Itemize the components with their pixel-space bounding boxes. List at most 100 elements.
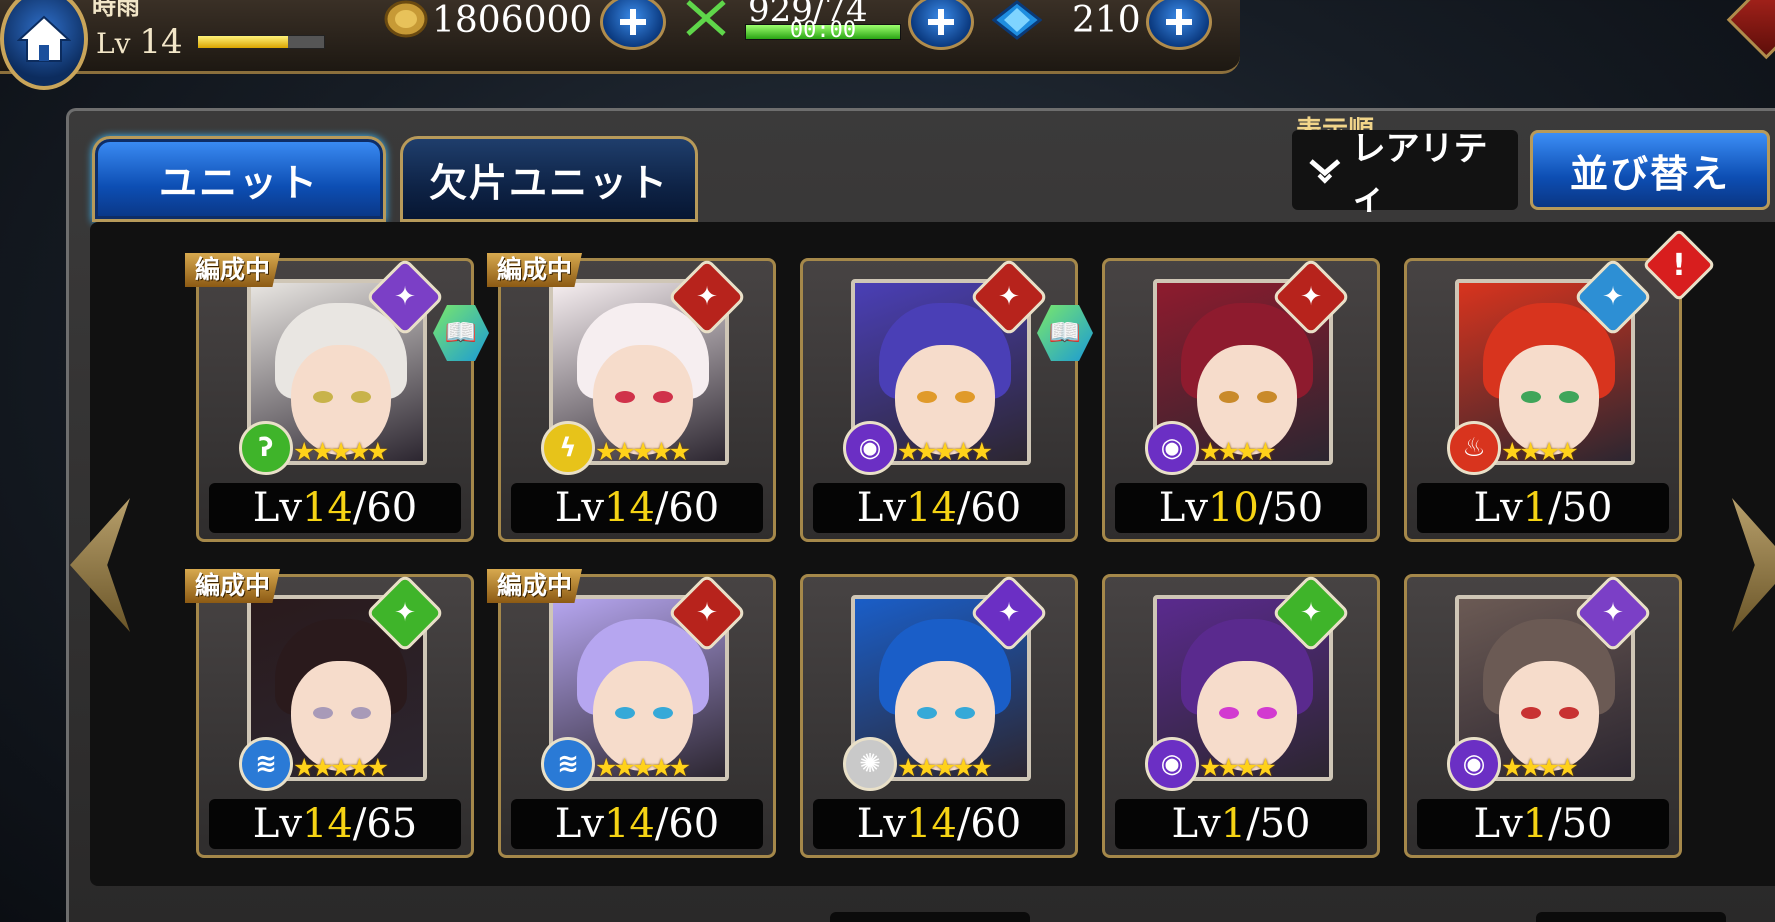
player-level: Lv 14 — [96, 22, 366, 62]
unit-card[interactable]: ✦ ◉ ★★★★ Lv 10 /50 — [1102, 257, 1380, 542]
unit-card[interactable]: ✦ ♨ ★★★★ Lv 1 /50 ! — [1404, 228, 1716, 542]
unit-level-max: /60 — [654, 485, 720, 531]
rarity-stars: ★★★★ — [1501, 437, 1579, 466]
unit-level-current: 14 — [603, 801, 655, 847]
unit-card[interactable]: ✦ ◉ ★★★★★ Lv 14 /60 📖 — [800, 257, 1093, 542]
unit-level-plate: Lv 14 /60 — [813, 799, 1065, 849]
portrait-eye — [1257, 391, 1277, 403]
sort-order-dropdown[interactable]: レアリティ — [1292, 129, 1518, 218]
unit-level-max: /50 — [1246, 801, 1311, 847]
portrait-eye — [653, 707, 673, 719]
unit-class-glyph-icon: ✦ — [1300, 598, 1322, 628]
unit-class-glyph-icon: ✦ — [394, 598, 416, 628]
exp-bar-fill — [197, 36, 289, 48]
unit-level-max: /50 — [1548, 485, 1613, 531]
player-name: 時雨 — [92, 0, 140, 20]
notification-corner-icon[interactable] — [1726, 0, 1775, 60]
buy-gem-button[interactable] — [1146, 0, 1212, 50]
exclamation-icon: ! — [1672, 247, 1686, 283]
unit-attribute-icon: ◉ — [1145, 421, 1199, 475]
unit-card[interactable]: ✦ ϟ ★★★★★ Lv 14 /60 編成中 — [487, 253, 776, 542]
portrait-eye — [1521, 391, 1541, 403]
in-party-ribbon: 編成中 — [185, 569, 281, 603]
unit-attribute-icon: ♨ — [1447, 421, 1501, 475]
unit-level-plate: Lv 14 /60 — [813, 483, 1065, 533]
sort-button[interactable]: 並び替え — [1530, 130, 1770, 210]
exp-bar — [196, 35, 325, 49]
bottom-tab[interactable] — [830, 912, 1030, 922]
unit-level-max: /60 — [654, 801, 720, 847]
portrait-eye — [917, 391, 937, 403]
portrait-eye — [1219, 391, 1239, 403]
unit-class-glyph-icon: ✦ — [998, 598, 1020, 628]
plus-icon — [928, 9, 954, 35]
gem-icon — [992, 0, 1042, 40]
portrait-eye — [313, 707, 333, 719]
portrait-eye — [615, 391, 635, 403]
unit-class-glyph-icon: ✦ — [696, 282, 718, 312]
bottom-tab[interactable] — [1536, 912, 1726, 922]
rarity-stars: ★★★★★ — [897, 753, 993, 782]
unit-level-max: /65 — [352, 801, 418, 847]
unit-level-current: 14 — [301, 801, 353, 847]
unit-level-current: 14 — [603, 485, 655, 531]
unit-level-prefix: Lv — [252, 485, 302, 531]
unit-card[interactable]: ✦ ✺ ★★★★★ Lv 14 /60 — [800, 573, 1078, 858]
unit-attribute-icon: ◉ — [1447, 737, 1501, 791]
unit-class-glyph-icon: ✦ — [998, 282, 1020, 312]
unit-level-current: 1 — [1522, 485, 1549, 531]
unit-level-max: /60 — [956, 801, 1022, 847]
unit-card[interactable]: ✦ ʔ ★★★★★ Lv 14 /60 編成中 📖 — [185, 253, 489, 542]
unit-level-prefix: Lv — [856, 485, 906, 531]
rarity-stars: ★★★★ — [1501, 753, 1579, 782]
unit-level-current: 1 — [1220, 801, 1247, 847]
portrait-eye — [653, 391, 673, 403]
portrait-eye — [1559, 707, 1579, 719]
home-icon — [17, 15, 71, 62]
unit-class-glyph-icon: ✦ — [394, 282, 416, 312]
unit-level-current: 14 — [301, 485, 353, 531]
rarity-stars: ★★★★★ — [897, 437, 993, 466]
unit-card[interactable]: ✦ ◉ ★★★★ Lv 1 /50 — [1102, 573, 1380, 858]
tab-unit-fragments[interactable]: 欠片ユニット — [400, 136, 698, 222]
unit-attribute-icon: ʔ — [239, 421, 293, 475]
unit-card[interactable]: ✦ ◉ ★★★★ Lv 1 /50 — [1404, 573, 1682, 858]
unit-card[interactable]: ✦ ≋ ★★★★★ Lv 14 /60 編成中 — [487, 569, 776, 858]
portrait-eye — [1521, 707, 1541, 719]
unit-level-current: 14 — [905, 801, 957, 847]
unit-level-current: 10 — [1207, 485, 1259, 531]
unit-level-prefix: Lv — [1473, 801, 1523, 847]
portrait-eye — [351, 707, 371, 719]
plus-icon — [620, 9, 646, 35]
unit-level-max: /60 — [956, 485, 1022, 531]
unit-level-plate: Lv 14 /65 — [209, 799, 461, 849]
unit-attribute-icon: ◉ — [1145, 737, 1199, 791]
portrait-eye — [1257, 707, 1277, 719]
plus-icon — [1166, 9, 1192, 35]
unit-level-prefix: Lv — [856, 801, 906, 847]
in-party-ribbon: 編成中 — [487, 569, 583, 603]
unit-card[interactable]: ✦ ≋ ★★★★★ Lv 14 /65 編成中 — [185, 569, 474, 858]
buy-gold-button[interactable] — [600, 0, 666, 50]
rarity-stars: ★★★★★ — [293, 753, 389, 782]
unit-level-current: 14 — [905, 485, 957, 531]
home-button[interactable] — [0, 0, 88, 90]
unit-level-plate: Lv 1 /50 — [1115, 799, 1367, 849]
buy-stamina-button[interactable] — [908, 0, 974, 50]
unit-class-glyph-icon: ✦ — [1602, 598, 1624, 628]
unit-level-plate: Lv 14 /60 — [511, 799, 763, 849]
unit-level-max: /50 — [1258, 485, 1324, 531]
rarity-stars: ★★★★★ — [293, 437, 389, 466]
crossed-swords-icon — [686, 0, 726, 36]
unit-level-plate: Lv 14 /60 — [511, 483, 763, 533]
unit-level-max: /60 — [352, 485, 418, 531]
gem-amount: 210 — [1072, 0, 1141, 41]
tab-units[interactable]: ユニット — [92, 136, 386, 222]
sort-order-value: レアリティ — [1351, 129, 1488, 218]
unit-class-glyph-icon: ✦ — [696, 598, 718, 628]
unit-level-current: 1 — [1522, 801, 1549, 847]
gold-coin-icon — [384, 0, 428, 38]
unit-class-glyph-icon: ✦ — [1300, 282, 1322, 312]
rarity-stars: ★★★★★ — [595, 753, 691, 782]
unit-class-glyph-icon: ✦ — [1602, 282, 1624, 312]
